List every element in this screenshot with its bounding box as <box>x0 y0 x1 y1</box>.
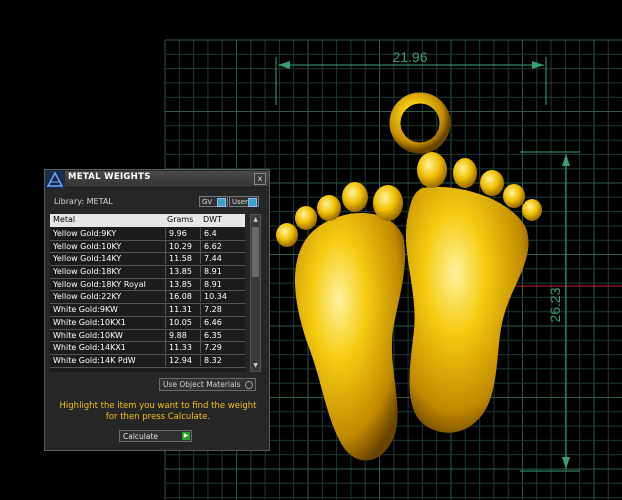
column-header-metal[interactable]: Metal <box>53 215 75 224</box>
dwt-cell: 8.91 <box>200 278 222 290</box>
grams-cell: 12.94 <box>165 354 192 366</box>
right-foot <box>405 186 529 433</box>
scroll-thumb[interactable] <box>252 227 259 277</box>
gv-toggle[interactable]: GV <box>199 196 228 207</box>
height-dimension-label: 26.23 <box>547 287 563 322</box>
gold-feet-pendant-model[interactable] <box>276 92 542 461</box>
dwt-cell: 10.34 <box>200 291 227 303</box>
metal-cell: Yellow Gold:9KY <box>53 229 117 238</box>
table-header: Metal Grams DWT <box>50 214 245 227</box>
grams-cell: 9.96 <box>165 228 187 239</box>
dwt-cell: 6.46 <box>200 316 222 328</box>
calculate-button[interactable]: Calculate ▶ <box>119 430 192 442</box>
metal-cell: White Gold:9KW <box>53 305 118 315</box>
metal-cell: White Gold:14K PdW <box>53 355 136 365</box>
panel-title: METAL WEIGHTS <box>68 172 151 182</box>
metal-weights-panel: METAL WEIGHTS x Library: METAL GV User M… <box>44 169 270 451</box>
metal-cell: Yellow Gold:18KY Royal <box>53 279 146 289</box>
dwt-cell: 7.44 <box>200 253 222 265</box>
grams-cell: 16.08 <box>165 291 192 303</box>
dwt-cell: 6.35 <box>200 329 222 341</box>
user-toggle-label: User <box>232 198 248 206</box>
table-row[interactable]: White Gold:14K PdW 12.94 8.32 <box>50 354 245 368</box>
radio-indicator-icon <box>245 381 253 389</box>
use-object-materials-button[interactable]: Use Object Materials <box>159 378 256 391</box>
dwt-cell: 8.32 <box>200 354 222 366</box>
grams-cell: 13.85 <box>165 266 192 278</box>
dwt-cell: 8.91 <box>200 266 222 278</box>
dwt-cell: 7.29 <box>200 342 222 354</box>
column-header-dwt[interactable]: DWT <box>203 215 222 224</box>
close-button[interactable]: x <box>254 173 266 185</box>
metal-cell: Yellow Gold:10KY <box>53 241 122 251</box>
column-header-grams[interactable]: Grams <box>167 215 193 224</box>
panel-titlebar[interactable]: METAL WEIGHTS x <box>65 171 269 188</box>
metal-cell: Yellow Gold:18KY <box>53 267 122 277</box>
grams-cell: 11.58 <box>165 253 192 265</box>
table-body: Yellow Gold:9KY 9.96 6.4 Yellow Gold:10KY 10… <box>50 228 245 368</box>
table-row[interactable]: White Gold:10KW 9.88 6.35 <box>50 329 245 343</box>
table-scrollbar[interactable]: ▲ ▼ <box>250 214 261 372</box>
table-row[interactable]: Yellow Gold:14KY 11.58 7.44 <box>50 253 245 267</box>
grams-cell: 10.29 <box>165 240 192 252</box>
table-row[interactable]: Yellow Gold:10KY 10.29 6.62 <box>50 240 245 254</box>
scroll-down-arrow-icon[interactable]: ▼ <box>251 361 260 371</box>
grams-cell: 10.05 <box>165 316 192 328</box>
table-row[interactable]: White Gold:9KW 11.31 7.28 <box>50 304 245 317</box>
dwt-cell: 7.28 <box>200 304 222 316</box>
dwt-cell: 6.62 <box>200 240 222 252</box>
metal-cell: White Gold:10KW <box>53 330 123 340</box>
grams-cell: 11.33 <box>165 342 192 354</box>
grams-cell: 11.31 <box>165 304 192 316</box>
table-row[interactable]: White Gold:14KX1 11.33 7.29 <box>50 342 245 355</box>
metal-cell: Yellow Gold:14KY <box>53 254 122 264</box>
toggle-indicator-icon <box>217 198 226 207</box>
width-dimension-label: 21.96 <box>392 49 427 65</box>
grams-cell: 9.88 <box>165 329 187 341</box>
table-row[interactable]: Yellow Gold:22KY 16.08 10.34 <box>50 291 245 305</box>
library-label: Library: METAL <box>54 197 113 206</box>
table-row[interactable]: Yellow Gold:18KY Royal 13.85 8.91 <box>50 278 245 292</box>
table-row[interactable]: Yellow Gold:9KY 9.96 6.4 <box>50 228 245 241</box>
metal-cell: White Gold:14KX1 <box>53 343 126 353</box>
instruction-text: Highlight the item you want to find the … <box>59 401 257 422</box>
dwt-cell: 6.4 <box>200 228 217 239</box>
app-logo-icon <box>45 170 65 189</box>
use-object-materials-label: Use Object Materials <box>163 380 241 389</box>
scroll-up-arrow-icon[interactable]: ▲ <box>251 215 260 225</box>
left-foot <box>294 212 406 461</box>
metal-cell: White Gold:10KX1 <box>53 317 126 327</box>
gv-toggle-label: GV <box>202 198 213 206</box>
user-toggle[interactable]: User <box>229 196 259 207</box>
metal-weights-table: Metal Grams DWT Yellow Gold:9KY 9.96 6.4 Ye… <box>50 214 245 372</box>
table-row[interactable]: Yellow Gold:18KY 13.85 8.91 <box>50 266 245 279</box>
grams-cell: 13.85 <box>165 278 192 290</box>
toggle-indicator-icon <box>248 198 257 207</box>
table-row[interactable]: White Gold:10KX1 10.05 6.46 <box>50 316 245 330</box>
metal-cell: Yellow Gold:22KY <box>53 292 122 302</box>
calculate-label: Calculate <box>123 432 159 441</box>
play-arrow-icon: ▶ <box>182 432 190 440</box>
